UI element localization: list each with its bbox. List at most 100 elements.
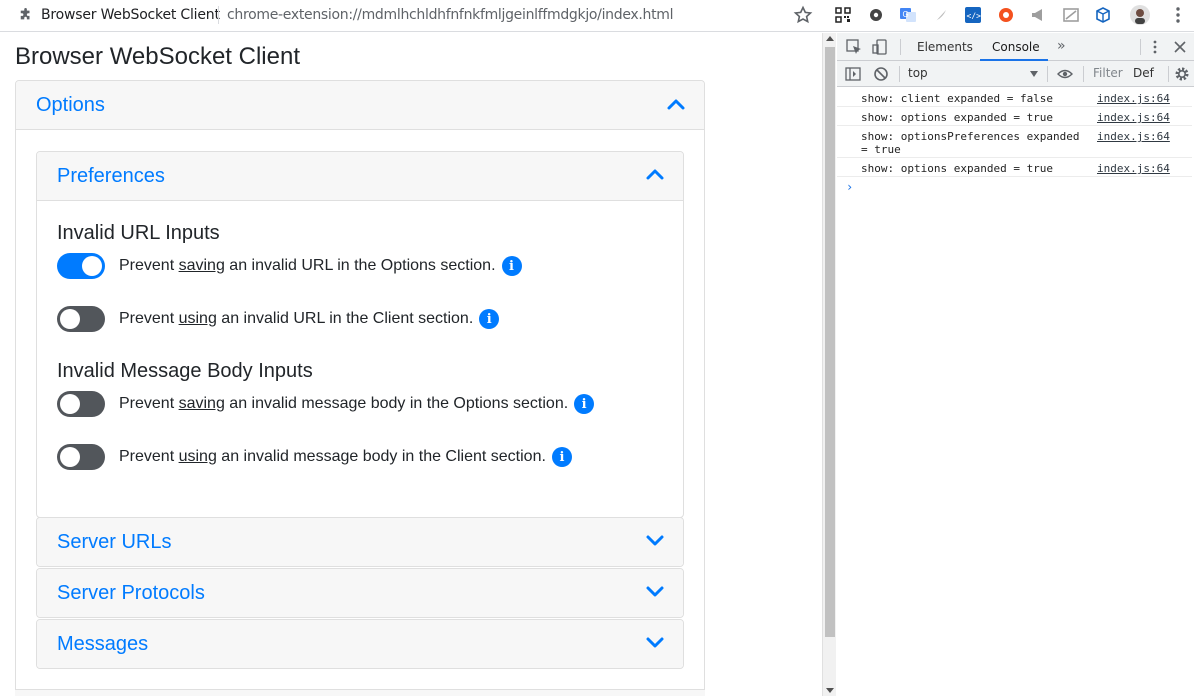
page-scrollbar[interactable] (822, 33, 836, 696)
context-selector[interactable]: top (908, 66, 928, 80)
clear-console-icon[interactable] (873, 66, 889, 82)
preferences-header[interactable]: Preferences (37, 152, 683, 201)
toolbar-divider (900, 39, 901, 55)
console-prompt[interactable]: › (846, 180, 853, 194)
messages-header-label[interactable]: Messages (57, 633, 148, 656)
preferences-card: Preferences Invalid URL Inputs Prevent s… (36, 151, 684, 518)
server-protocols-header-label[interactable]: Server Protocols (57, 582, 205, 605)
toolbar-divider (899, 66, 900, 82)
console-log-row: show: options expanded = true index.js:6… (837, 107, 1192, 126)
chevron-down-icon[interactable] (645, 581, 665, 601)
log-source-link[interactable]: index.js:64 (1097, 162, 1170, 175)
prevent-saving-invalid-url-label: Prevent saving an invalid URL in the Opt… (119, 257, 496, 274)
options-header[interactable]: Options (16, 81, 704, 130)
gear-badge-icon[interactable] (865, 4, 887, 26)
device-toolbar-icon[interactable] (872, 39, 888, 55)
inspect-element-icon[interactable] (846, 39, 862, 55)
chevron-down-icon[interactable] (645, 530, 665, 550)
server-urls-header[interactable]: Server URLs (37, 518, 683, 566)
live-expression-eye-icon[interactable] (1057, 66, 1073, 82)
chevron-up-icon[interactable] (645, 165, 665, 185)
prevent-using-invalid-url-option: Prevent using an invalid URL in the Clie… (57, 305, 500, 333)
console-log-row: show: optionsPreferences expanded = true… (837, 126, 1192, 158)
browser-menu-icon[interactable] (1168, 5, 1188, 25)
options-card: Options Preferences Invalid URL Inputs P… (15, 80, 705, 696)
scroll-up-arrow-icon[interactable] (826, 36, 834, 41)
sidebar-toggle-icon[interactable] (845, 66, 861, 82)
qr-code-icon[interactable] (832, 4, 854, 26)
page-title: Browser WebSocket Client (15, 43, 300, 70)
feather-icon[interactable] (930, 4, 952, 26)
scrollbar-thumb[interactable] (825, 47, 835, 637)
messages-card[interactable]: Messages (36, 619, 684, 669)
toggle-knob (60, 394, 80, 414)
chevron-down-icon[interactable] (1030, 71, 1038, 77)
tab-console[interactable]: Console (992, 40, 1040, 54)
toggle-knob (82, 256, 102, 276)
console-filter-input[interactable]: Filter (1093, 66, 1123, 80)
close-icon[interactable] (1172, 39, 1188, 55)
toolbar-divider (1140, 39, 1141, 55)
info-icon[interactable]: i (501, 256, 522, 276)
toolbar-divider (1168, 66, 1169, 82)
toggle-knob (60, 447, 80, 467)
tab-elements[interactable]: Elements (917, 40, 973, 54)
bookmark-star-icon[interactable] (793, 5, 813, 25)
translate-icon[interactable]: G (897, 4, 919, 26)
log-source-link[interactable]: index.js:64 (1097, 130, 1170, 143)
console-settings-gear-icon[interactable] (1174, 66, 1190, 82)
invalid-message-body-inputs-heading: Invalid Message Body Inputs (57, 360, 313, 382)
options-header-label[interactable]: Options (36, 94, 105, 117)
prevent-using-invalid-body-option: Prevent using an invalid message body in… (57, 443, 572, 471)
server-protocols-header[interactable]: Server Protocols (37, 569, 683, 617)
invalid-url-inputs-heading: Invalid URL Inputs (57, 222, 220, 244)
preferences-header-label[interactable]: Preferences (57, 165, 165, 188)
info-icon[interactable]: i (551, 447, 572, 467)
tab-title[interactable]: Browser WebSocket Client (41, 7, 220, 23)
log-levels-dropdown[interactable]: Def (1133, 66, 1154, 80)
prevent-saving-invalid-body-label: Prevent saving an invalid message body i… (119, 395, 569, 412)
prevent-saving-invalid-url-toggle[interactable] (57, 253, 105, 279)
log-message: show: options expanded = true (861, 111, 1054, 124)
prevent-using-invalid-body-toggle[interactable] (57, 444, 105, 470)
log-message: show: options expanded = true (861, 162, 1054, 175)
info-icon[interactable]: i (479, 309, 500, 329)
prevent-saving-invalid-body-option: Prevent saving an invalid message body i… (57, 390, 595, 418)
console-log-row: show: options expanded = true index.js:6… (837, 158, 1192, 177)
log-source-link[interactable]: index.js:64 (1097, 111, 1170, 124)
messages-header[interactable]: Messages (37, 620, 683, 668)
scroll-down-arrow-icon[interactable] (826, 688, 834, 693)
prevent-using-invalid-url-label: Prevent using an invalid URL in the Clie… (119, 310, 474, 327)
log-message: show: client expanded = false (861, 92, 1054, 105)
server-urls-header-label[interactable]: Server URLs (57, 531, 171, 554)
code-icon[interactable]: </> (962, 4, 984, 26)
log-message: show: optionsPreferences expanded = true (861, 130, 1080, 156)
info-icon[interactable]: i (574, 394, 595, 414)
box-icon[interactable] (1092, 4, 1114, 26)
avatar-icon[interactable] (1129, 4, 1151, 26)
svg-text:G: G (903, 10, 909, 19)
prevent-using-invalid-url-toggle[interactable] (57, 306, 105, 332)
chevron-down-icon[interactable] (645, 632, 665, 652)
prevent-using-invalid-body-label: Prevent using an invalid message body in… (119, 448, 546, 465)
chevron-up-icon[interactable] (666, 95, 686, 115)
cast-icon[interactable] (1060, 4, 1082, 26)
devtools-tab-bar: Elements Console » (837, 33, 1194, 61)
devtools-panel: Elements Console » top Filter Def show: … (837, 33, 1194, 696)
address-bar-url[interactable]: chrome-extension://mdmlhchldhfnfnkfmljge… (227, 7, 674, 23)
more-tabs-icon[interactable]: » (1057, 38, 1066, 54)
console-toolbar: top Filter Def (837, 61, 1194, 87)
toolbar-divider (1083, 66, 1084, 82)
log-source-link[interactable]: index.js:64 (1097, 92, 1170, 105)
server-protocols-card[interactable]: Server Protocols (36, 568, 684, 618)
megaphone-icon[interactable] (1027, 4, 1049, 26)
url-separator (218, 6, 219, 24)
server-urls-card[interactable]: Server URLs (36, 517, 684, 567)
browser-top-bar: Browser WebSocket Client chrome-extensio… (0, 0, 1194, 32)
console-log-row: show: client expanded = false index.js:6… (837, 88, 1192, 107)
orange-ring-icon[interactable] (995, 4, 1017, 26)
devtools-menu-icon[interactable] (1147, 39, 1163, 55)
prevent-saving-invalid-url-option: Prevent saving an invalid URL in the Opt… (57, 252, 522, 280)
prevent-saving-invalid-body-toggle[interactable] (57, 391, 105, 417)
svg-text:</>: </> (967, 12, 982, 21)
